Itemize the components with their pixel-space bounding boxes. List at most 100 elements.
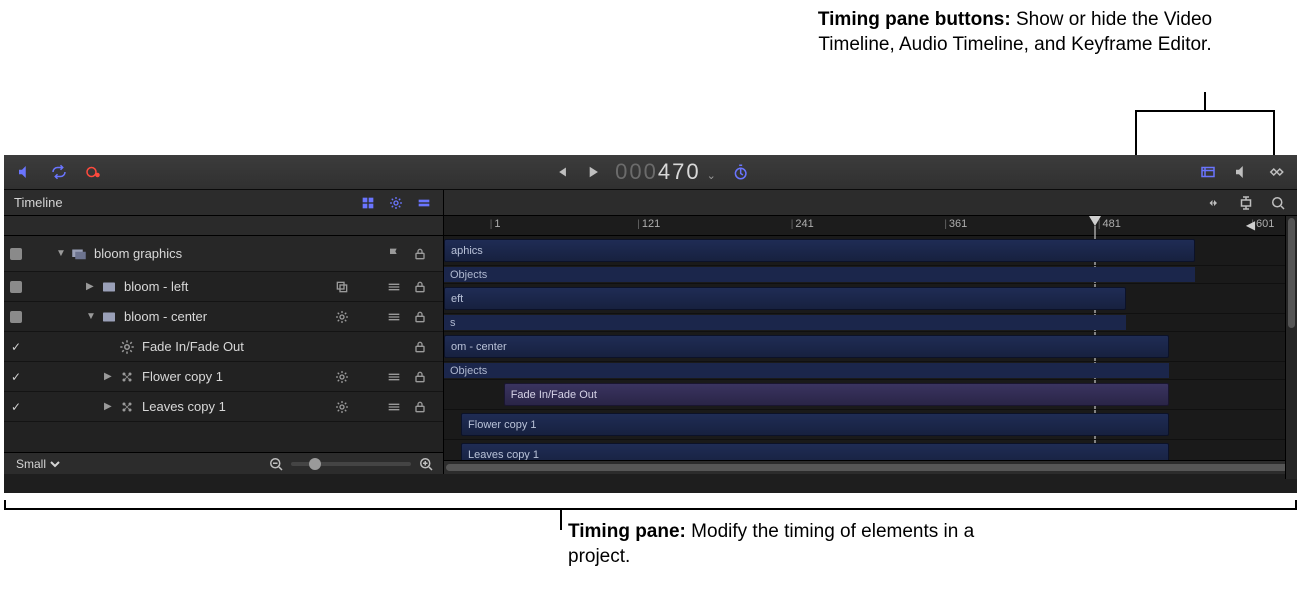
audio-mute-icon[interactable] [16,163,34,181]
enable-checkbox[interactable] [4,311,28,323]
disclosure-triangle[interactable]: ▶ [104,401,118,412]
callout-top-bold: Timing pane buttons: [818,9,1011,30]
track-row[interactable]: Fade In/Fade Out [444,380,1297,410]
disclosure-triangle[interactable]: ▶ [86,281,100,292]
stack-icon[interactable] [381,369,407,385]
loop-icon[interactable] [50,163,68,181]
enable-checkbox[interactable] [4,281,28,293]
disclosure-triangle[interactable]: ▼ [56,248,70,259]
disclosure-triangle[interactable]: ▼ [86,311,100,322]
layer-name[interactable]: bloom - center [124,309,329,324]
clip[interactable]: Flower copy 1 [461,413,1169,436]
keyframe-editor-button[interactable] [1267,163,1285,181]
ruler-mark: 481 [1098,218,1121,230]
zoom-out-icon[interactable] [267,455,285,473]
track-row[interactable]: eft [444,284,1297,314]
layer-row[interactable]: ▼ bloom - center [4,302,443,332]
callout-top-tick-l [1135,110,1137,160]
gear-icon[interactable] [329,399,355,415]
stack-icon[interactable] [381,309,407,325]
playhead[interactable] [1089,216,1101,226]
timeline-column: 1121241361481601◀ aphicsObjectseftsom - … [444,216,1297,474]
ruler-mark: 361 [944,218,967,230]
callout-bottom-bold: Timing pane: [568,521,686,542]
tc-dropdown-icon[interactable]: ⌄ [707,169,718,182]
show-behaviors-icon[interactable] [387,194,405,212]
current-frame-display[interactable]: 000470 ⌄ [615,159,718,185]
transport-toolbar: 000470 ⌄ [4,155,1297,190]
layer-name[interactable]: Fade In/Fade Out [142,339,381,354]
play-icon[interactable] [583,163,601,181]
track-row[interactable]: om - center [444,332,1297,362]
vertical-scrollbar[interactable] [1285,216,1297,479]
layer-row[interactable]: Fade In/Fade Out [4,332,443,362]
callout-top-tick-r [1273,110,1275,160]
go-to-start-icon[interactable] [551,163,569,181]
layer-row[interactable]: ▶ bloom - left [4,272,443,302]
lock-icon[interactable] [407,309,433,325]
time-ruler[interactable]: 1121241361481601◀ [444,216,1297,236]
project-end-marker[interactable]: ◀ [1246,218,1255,232]
ruler-mark: 121 [637,218,660,230]
tracks-area[interactable]: aphics Objects eft s om - center Objects Fade … [444,236,1297,460]
clip-sublabel: Objects [444,267,1195,282]
callout-bottom-tick-l [4,500,6,510]
layer-row[interactable]: ▼ bloom graphics [4,236,443,272]
lock-icon[interactable] [407,339,433,355]
track-subrow: s [444,314,1297,332]
layer-name[interactable]: bloom - left [124,279,329,294]
horizontal-scrollbar[interactable] [444,460,1297,474]
video-timeline-button[interactable] [1199,163,1217,181]
stack-icon[interactable] [381,399,407,415]
keyframe-nav-icon[interactable] [1205,194,1223,212]
stopwatch-icon[interactable] [732,163,750,181]
clone-icon[interactable] [329,279,355,295]
row-size-select[interactable]: Small [12,456,63,472]
layer-type-icon [70,245,88,263]
record-icon[interactable] [84,163,102,181]
zoom-in-icon[interactable] [417,455,435,473]
lock-icon[interactable] [407,399,433,415]
layer-row[interactable]: ▶ Flower copy 1 [4,362,443,392]
clip-sublabel: Objects [444,363,1169,378]
show-masks-icon[interactable] [359,194,377,212]
enable-checkbox[interactable] [4,248,28,260]
track-subrow: Objects [444,362,1297,380]
lock-icon[interactable] [407,246,433,262]
clip[interactable]: Leaves copy 1 [461,443,1169,460]
timing-pane-window: 000470 ⌄ Timeline [4,155,1297,493]
panel-title: Timeline [14,195,63,210]
lock-icon[interactable] [407,279,433,295]
ruler-mark: 241 [791,218,814,230]
audio-timeline-button[interactable] [1233,163,1251,181]
track-row[interactable]: Leaves copy 1 [444,440,1297,460]
layer-list: ▼ bloom graphics ▶ bloom - left ▼ bloom - cen… [4,236,443,452]
disclosure-triangle[interactable]: ▶ [104,371,118,382]
track-row[interactable]: Flower copy 1 [444,410,1297,440]
track-row[interactable]: aphics [444,236,1297,266]
callout-bottom-line [4,508,1297,510]
zoom-fit-icon[interactable] [1269,194,1287,212]
show-filters-icon[interactable] [415,194,433,212]
clip-sublabel: s [444,315,1126,330]
layer-name[interactable]: Leaves copy 1 [142,399,329,414]
layer-name[interactable]: bloom graphics [94,246,381,261]
gear-icon[interactable] [329,309,355,325]
lock-icon[interactable] [407,369,433,385]
gear-icon[interactable] [329,369,355,385]
enable-checkbox[interactable] [4,369,28,384]
flag-icon[interactable] [381,246,407,262]
callout-bottom: Timing pane: Modify the timing of elemen… [568,520,988,569]
clip[interactable]: aphics [444,239,1195,262]
enable-checkbox[interactable] [4,339,28,354]
layer-row[interactable]: ▶ Leaves copy 1 [4,392,443,422]
clip[interactable]: eft [444,287,1126,310]
snapping-icon[interactable] [1237,194,1255,212]
clip[interactable]: om - center [444,335,1169,358]
zoom-slider[interactable] [291,462,411,466]
stack-icon[interactable] [381,279,407,295]
clip[interactable]: Fade In/Fade Out [504,383,1169,406]
layer-name[interactable]: Flower copy 1 [142,369,329,384]
callout-top-stem [1204,92,1206,112]
enable-checkbox[interactable] [4,399,28,414]
